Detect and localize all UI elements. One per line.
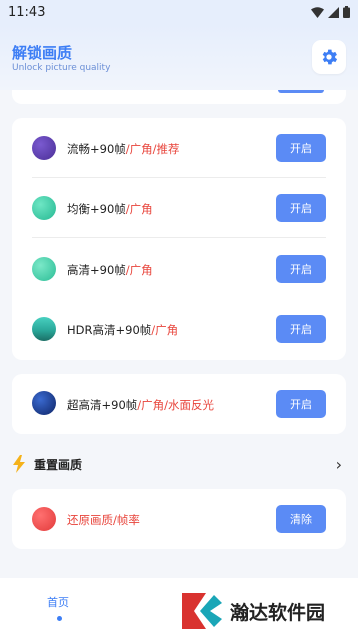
option-color-dot [32, 391, 56, 415]
page-subtitle: Unlock picture quality [12, 63, 111, 73]
settings-button[interactable] [312, 40, 346, 74]
list-item: 高清+90帧/广角 开启 [12, 239, 346, 299]
option-label: 流畅+90帧/广角/推荐 [67, 142, 180, 156]
list-item: 均衡+90帧/广角 开启 [12, 178, 346, 238]
page-title: 解锁画质 [12, 44, 73, 62]
list-item: 流畅+90帧/广角/推荐 开启 [12, 118, 346, 178]
reset-label: 还原画质/帧率 [67, 513, 140, 527]
app-header: 解锁画质 Unlock picture quality [0, 24, 358, 90]
chevron-right-icon: › [335, 454, 342, 474]
list-item: HDR高清+90帧/广角 开启 [12, 299, 346, 359]
reset-card: 还原画质/帧率 清除 [12, 489, 346, 549]
status-bar: 11:43 [0, 0, 358, 24]
watermark-text: 瀚达软件园 [230, 602, 326, 624]
option-label: 均衡+90帧/广角 [67, 202, 153, 216]
status-time: 11:43 [8, 4, 46, 20]
nav-active-indicator [57, 616, 62, 621]
option-color-dot [32, 507, 56, 531]
list-item: 还原画质/帧率 清除 [12, 489, 346, 549]
previous-card-button[interactable] [278, 90, 324, 93]
option-label: HDR高清+90帧/广角 [67, 323, 179, 337]
option-label: 超高清+90帧/广角/水面反光 [67, 398, 215, 412]
enable-button[interactable]: 开启 [276, 315, 326, 343]
quality-options-card: 流畅+90帧/广角/推荐 开启 均衡+90帧/广角 开启 高清+90帧/广角 开… [12, 118, 346, 360]
lightning-icon [13, 455, 25, 473]
status-icons [311, 6, 350, 18]
option-color-dot [32, 136, 56, 160]
enable-button[interactable]: 开启 [276, 390, 326, 418]
previous-card [12, 90, 346, 104]
signal-icon [328, 6, 339, 18]
option-label: 高清+90帧/广角 [67, 263, 153, 277]
battery-icon [343, 6, 350, 18]
wifi-icon [311, 6, 324, 18]
enable-button[interactable]: 开启 [276, 255, 326, 283]
option-color-dot [32, 196, 56, 220]
nav-home[interactable]: 首页 [47, 594, 69, 610]
reset-section-header[interactable]: 重置画质 › [12, 451, 346, 477]
divider [32, 237, 326, 238]
ultra-option-card: 超高清+90帧/广角/水面反光 开启 [12, 374, 346, 434]
list-item: 超高清+90帧/广角/水面反光 开启 [12, 374, 346, 434]
enable-button[interactable]: 开启 [276, 134, 326, 162]
clear-button[interactable]: 清除 [276, 505, 326, 533]
watermark: 瀚达软件园 [180, 588, 348, 634]
enable-button[interactable]: 开启 [276, 194, 326, 222]
gear-icon [322, 49, 338, 65]
option-color-dot [32, 317, 56, 341]
watermark-logo [182, 593, 222, 629]
reset-section-title: 重置画质 [34, 457, 83, 472]
option-color-dot [32, 257, 56, 281]
